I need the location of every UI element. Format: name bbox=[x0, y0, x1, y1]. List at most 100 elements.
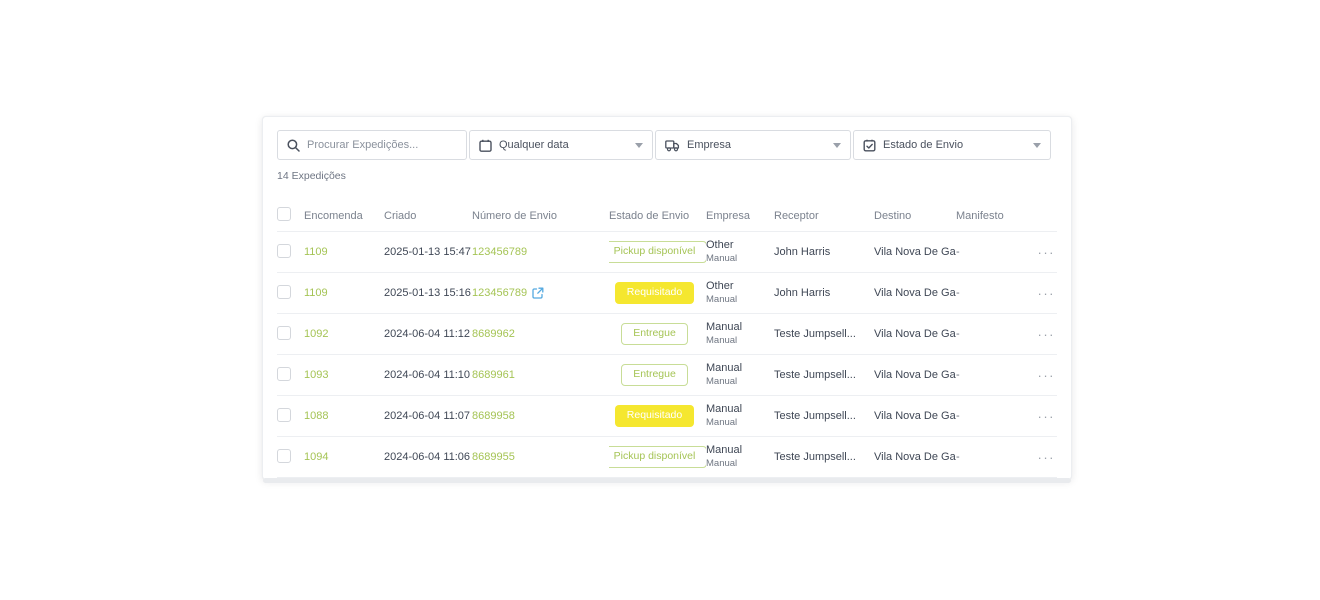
shipping-status-filter[interactable]: Estado de Envio bbox=[853, 130, 1051, 160]
manifesto-value: - bbox=[956, 246, 1021, 258]
shipment-number-link[interactable]: 8689958 bbox=[472, 410, 515, 422]
calendar-icon bbox=[479, 139, 492, 152]
external-link-icon[interactable] bbox=[532, 287, 544, 299]
company-name: Manual bbox=[706, 321, 768, 335]
expeditions-table: Encomenda Criado Número de Envio Estado … bbox=[277, 200, 1057, 483]
expeditions-panel: Qualquer data Empresa Estado de Envio 14… bbox=[262, 116, 1072, 480]
manifesto-value: - bbox=[956, 328, 1021, 340]
chevron-down-icon bbox=[635, 143, 643, 148]
status-badge: Entregue bbox=[621, 323, 688, 345]
header-encomenda: Encomenda bbox=[304, 210, 384, 222]
row-checkbox[interactable] bbox=[277, 367, 291, 381]
order-link[interactable]: 1093 bbox=[304, 369, 328, 381]
status-badge: Pickup disponível bbox=[609, 241, 706, 263]
receptor-name: John Harris bbox=[774, 287, 874, 299]
status-badge: Entregue bbox=[621, 364, 688, 386]
header-estado-de-envio: Estado de Envio bbox=[609, 210, 706, 222]
search-box[interactable] bbox=[277, 130, 467, 160]
row-actions-menu[interactable]: ··· bbox=[1021, 286, 1057, 301]
clipboard-check-icon bbox=[863, 139, 876, 152]
table-row: 1093 2024-06-04 11:10 8689961 Entregue M… bbox=[277, 355, 1057, 396]
created-at: 2024-06-04 11:06 bbox=[384, 451, 472, 463]
receptor-name: John Harris bbox=[774, 246, 874, 258]
company-method: Manual bbox=[706, 294, 768, 306]
company-name: Other bbox=[706, 239, 768, 253]
order-link[interactable]: 1109 bbox=[304, 246, 328, 258]
company-method: Manual bbox=[706, 335, 768, 347]
search-icon bbox=[287, 139, 300, 152]
manifesto-value: - bbox=[956, 451, 1021, 463]
created-at: 2024-06-04 11:12 bbox=[384, 328, 472, 340]
company-name: Manual bbox=[706, 362, 768, 376]
row-checkbox[interactable] bbox=[277, 408, 291, 422]
status-badge: Pickup disponível bbox=[609, 446, 706, 468]
row-checkbox[interactable] bbox=[277, 449, 291, 463]
company-filter[interactable]: Empresa bbox=[655, 130, 851, 160]
header-manifesto: Manifesto bbox=[956, 210, 1021, 222]
created-at: 2024-06-04 11:07 bbox=[384, 410, 472, 422]
receptor-name: Teste Jumpsell... bbox=[774, 328, 874, 340]
row-checkbox[interactable] bbox=[277, 244, 291, 258]
destination: Vila Nova De Gaia bbox=[874, 410, 956, 422]
shipping-status-filter-label: Estado de Envio bbox=[883, 139, 963, 151]
header-empresa: Empresa bbox=[706, 210, 774, 222]
shipment-number-link[interactable]: 8689962 bbox=[472, 328, 515, 340]
expeditions-count: 14 Expedições bbox=[277, 170, 1057, 182]
created-at: 2024-06-04 11:10 bbox=[384, 369, 472, 381]
table-row: 1109 2025-01-13 15:16 123456789 Requisit… bbox=[277, 273, 1057, 314]
date-filter-label: Qualquer data bbox=[499, 139, 569, 151]
order-link[interactable]: 1092 bbox=[304, 328, 328, 340]
company-name: Manual bbox=[706, 403, 768, 417]
row-actions-menu[interactable]: ··· bbox=[1021, 245, 1057, 260]
company-method: Manual bbox=[706, 458, 768, 470]
order-link[interactable]: 1094 bbox=[304, 451, 328, 463]
table-row: 1092 2024-06-04 11:12 8689962 Entregue M… bbox=[277, 314, 1057, 355]
manifesto-value: - bbox=[956, 287, 1021, 299]
horizontal-scrollbar[interactable] bbox=[263, 478, 1071, 483]
shipment-number-link[interactable]: 123456789 bbox=[472, 246, 527, 258]
destination: Vila Nova De Gaia bbox=[874, 451, 956, 463]
status-badge: Requisitado bbox=[615, 405, 694, 427]
company-method: Manual bbox=[706, 253, 768, 265]
company-filter-label: Empresa bbox=[687, 139, 731, 151]
created-at: 2025-01-13 15:16 bbox=[384, 287, 472, 299]
select-all-checkbox[interactable] bbox=[277, 207, 291, 221]
shipment-number-link[interactable]: 8689961 bbox=[472, 369, 515, 381]
manifesto-value: - bbox=[956, 410, 1021, 422]
created-at: 2025-01-13 15:47 bbox=[384, 246, 472, 258]
table-row: 1094 2024-06-04 11:06 8689955 Pickup dis… bbox=[277, 437, 1057, 478]
destination: Vila Nova De Gaia bbox=[874, 369, 956, 381]
search-input[interactable] bbox=[307, 139, 447, 151]
date-filter[interactable]: Qualquer data bbox=[469, 130, 653, 160]
destination: Vila Nova De Gaia bbox=[874, 328, 956, 340]
header-receptor: Receptor bbox=[774, 210, 874, 222]
receptor-name: Teste Jumpsell... bbox=[774, 369, 874, 381]
table-row: 1088 2024-06-04 11:07 8689958 Requisitad… bbox=[277, 396, 1057, 437]
row-actions-menu[interactable]: ··· bbox=[1021, 327, 1057, 342]
manifesto-value: - bbox=[956, 369, 1021, 381]
row-checkbox[interactable] bbox=[277, 285, 291, 299]
row-actions-menu[interactable]: ··· bbox=[1021, 409, 1057, 424]
receptor-name: Teste Jumpsell... bbox=[774, 451, 874, 463]
order-link[interactable]: 1088 bbox=[304, 410, 328, 422]
destination: Vila Nova De Gaia bbox=[874, 287, 956, 299]
row-actions-menu[interactable]: ··· bbox=[1021, 368, 1057, 383]
row-checkbox[interactable] bbox=[277, 326, 291, 340]
header-numero-de-envio: Número de Envio bbox=[472, 210, 609, 222]
table-row: 1109 2025-01-13 15:47 123456789 Pickup d… bbox=[277, 232, 1057, 273]
destination: Vila Nova De Gaia bbox=[874, 246, 956, 258]
row-actions-menu[interactable]: ··· bbox=[1021, 450, 1057, 465]
company-method: Manual bbox=[706, 417, 768, 429]
receptor-name: Teste Jumpsell... bbox=[774, 410, 874, 422]
company-name: Other bbox=[706, 280, 768, 294]
filter-bar: Qualquer data Empresa Estado de Envio bbox=[277, 130, 1057, 160]
truck-icon bbox=[665, 139, 680, 152]
order-link[interactable]: 1109 bbox=[304, 287, 328, 299]
shipment-number-link[interactable]: 123456789 bbox=[472, 287, 527, 299]
header-destino: Destino bbox=[874, 210, 956, 222]
chevron-down-icon bbox=[1033, 143, 1041, 148]
chevron-down-icon bbox=[833, 143, 841, 148]
company-name: Manual bbox=[706, 444, 768, 458]
shipment-number-link[interactable]: 8689955 bbox=[472, 451, 515, 463]
status-badge: Requisitado bbox=[615, 282, 694, 304]
